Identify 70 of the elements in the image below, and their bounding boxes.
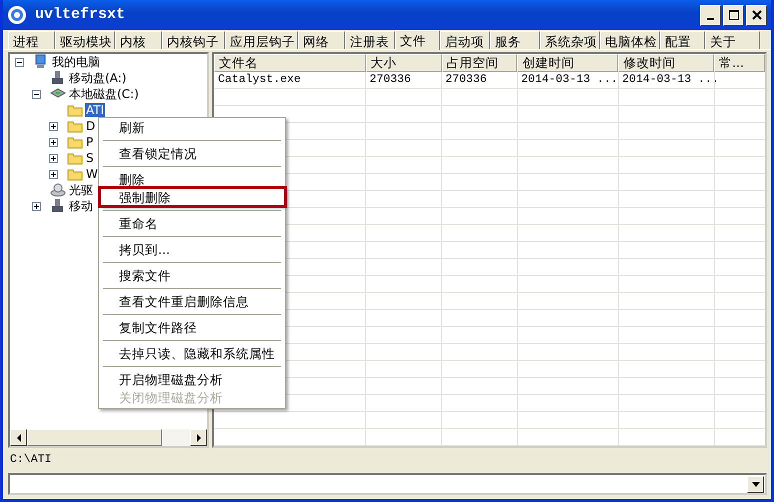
menu-item[interactable]: 去掉只读、隐藏和系统属性 xyxy=(100,344,284,362)
tab[interactable]: 系统杂项 xyxy=(540,31,600,49)
tree-item[interactable]: W xyxy=(85,167,99,181)
tab[interactable]: 关于 xyxy=(705,31,760,49)
menu-item[interactable]: 开启物理磁盘分析 xyxy=(100,370,284,388)
tab[interactable]: 注册表 xyxy=(345,31,395,49)
menu-item[interactable]: 查看文件重启删除信息 xyxy=(100,292,284,310)
drive-icon xyxy=(50,70,66,86)
drive-icon xyxy=(50,198,66,214)
tree-item[interactable]: D xyxy=(85,119,96,133)
tab[interactable]: 内核钩子 xyxy=(162,31,225,49)
tab[interactable]: 网络 xyxy=(298,31,345,49)
scroll-thumb[interactable] xyxy=(27,429,162,446)
tree-item[interactable]: 本地磁盘(C:) xyxy=(68,87,140,101)
table-cell-text: Catalyst.exe xyxy=(217,72,302,88)
scroll-left-icon[interactable] xyxy=(16,434,22,442)
column-header[interactable]: 常... xyxy=(714,54,765,72)
window-title: uvltefrsxt xyxy=(35,6,126,24)
maximize-button[interactable] xyxy=(723,4,744,26)
table-cell-text: 2014-03-13 ... xyxy=(520,72,618,88)
column-header[interactable]: 创建时间 xyxy=(517,54,618,72)
horizontal-scrollbar[interactable] xyxy=(10,429,207,446)
app-icon xyxy=(7,5,27,25)
path-combo-box[interactable] xyxy=(8,473,767,495)
menu-item[interactable]: 重命名 xyxy=(100,214,284,232)
tree-item[interactable]: 移动 xyxy=(68,199,94,213)
tree-item[interactable]: 我的电脑 xyxy=(51,55,101,69)
tab[interactable]: 启动项 xyxy=(440,31,490,49)
tab[interactable]: 服务 xyxy=(490,31,540,49)
expand-icon[interactable] xyxy=(31,200,42,212)
close-button[interactable] xyxy=(746,4,767,26)
tree-item[interactable]: S xyxy=(85,151,95,165)
status-text: C:\ATI xyxy=(9,452,52,468)
tree-item[interactable]: P xyxy=(85,135,94,149)
tab[interactable]: 电脑体检 xyxy=(600,31,660,49)
close-icon xyxy=(752,10,762,20)
dropdown-arrow-icon[interactable] xyxy=(752,482,760,486)
table-cell-text: 270336 xyxy=(368,72,412,88)
column-header[interactable]: 修改时间 xyxy=(618,54,714,72)
tab[interactable]: 驱动模块 xyxy=(55,31,115,49)
cd-drive-icon xyxy=(50,182,66,198)
minimize-button[interactable] xyxy=(700,4,721,26)
collapse-icon[interactable] xyxy=(31,88,42,100)
menu-item[interactable]: 强制删除 xyxy=(100,188,285,206)
scroll-right-icon[interactable] xyxy=(196,434,202,442)
tab[interactable]: 应用层钩子 xyxy=(225,31,298,49)
expand-icon[interactable] xyxy=(48,152,59,164)
tree-item[interactable]: 移动盘(A:) xyxy=(68,71,128,85)
menu-item[interactable]: 拷贝到... xyxy=(100,240,284,258)
collapse-icon[interactable] xyxy=(14,56,25,68)
column-header[interactable]: 文件名 xyxy=(214,54,366,72)
tree-item[interactable]: 光驱 xyxy=(68,183,94,197)
tab[interactable]: 内核 xyxy=(115,31,162,49)
tab[interactable]: 配置 xyxy=(660,31,705,49)
expand-icon[interactable] xyxy=(48,120,59,132)
expand-icon[interactable] xyxy=(48,136,59,148)
menu-item[interactable]: 刷新 xyxy=(100,118,284,136)
tab[interactable]: 文件 xyxy=(395,30,440,50)
menu-item[interactable]: 复制文件路径 xyxy=(100,318,284,336)
tree-item[interactable]: ATI xyxy=(85,103,106,117)
menu-item[interactable]: 删除 xyxy=(100,170,284,188)
column-header[interactable]: 占用空间 xyxy=(442,54,518,72)
expand-icon[interactable] xyxy=(48,168,59,180)
maximize-icon xyxy=(728,9,740,21)
tab[interactable]: 进程 xyxy=(8,31,55,49)
minimize-icon xyxy=(707,18,714,20)
menu-item[interactable]: 查看锁定情况 xyxy=(100,144,284,162)
column-header[interactable]: 大小 xyxy=(366,54,442,72)
menu-item[interactable]: 搜索文件 xyxy=(100,266,284,284)
table-cell-text: 270336 xyxy=(444,72,488,88)
